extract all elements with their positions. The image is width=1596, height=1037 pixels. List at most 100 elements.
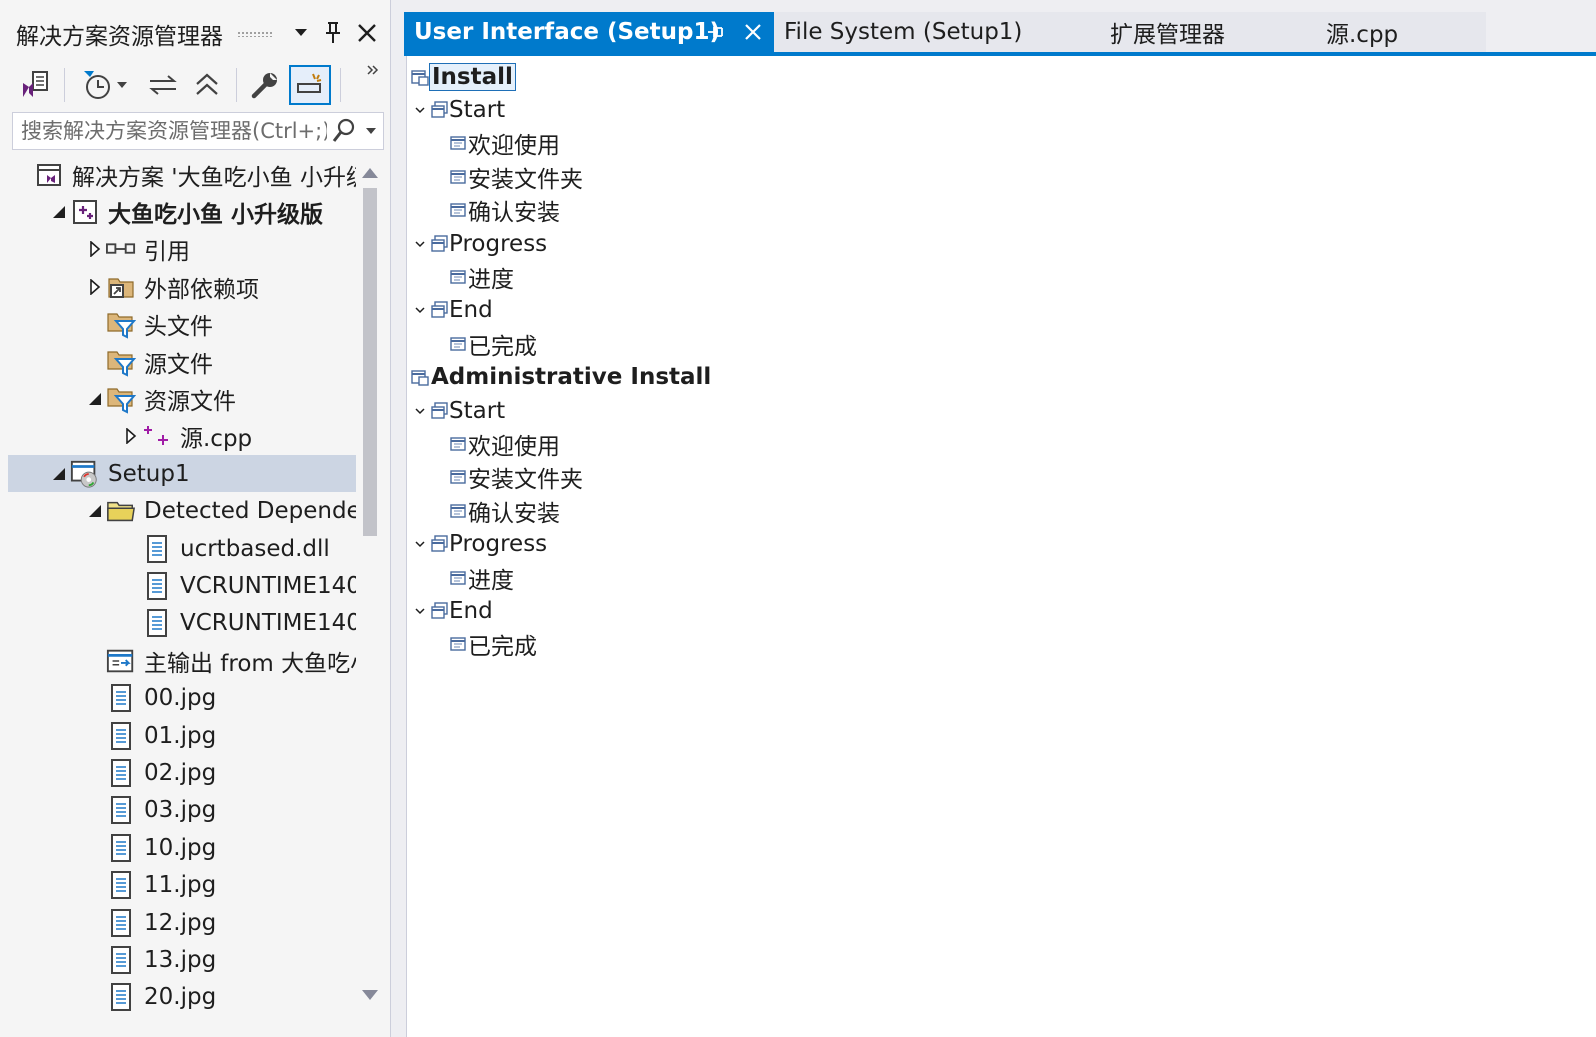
collapse-all-button[interactable] [186, 65, 228, 105]
ui-tree-node-dialog[interactable]: 安装文件夹 [407, 160, 1007, 193]
chevron-down-icon[interactable] [413, 303, 427, 317]
solution-tree-item[interactable]: 头文件 [8, 306, 356, 343]
filter-dropdown-button[interactable] [112, 65, 132, 105]
close-tab-icon[interactable] [744, 12, 762, 52]
dialog-icon [449, 201, 467, 219]
ui-tree-node-label: 安装文件夹 [468, 467, 583, 494]
drag-grip-icon[interactable] [237, 31, 273, 37]
solution-tree-item-label: Detected Dependencies [144, 498, 356, 525]
properties-button[interactable] [244, 65, 286, 105]
file-icon [106, 833, 136, 863]
pin-tab-icon[interactable] [706, 12, 724, 52]
tab-file-system[interactable]: File System (Setup1) [774, 12, 1074, 52]
ui-tree-node-group[interactable]: End [407, 294, 1007, 327]
solution-tree-item[interactable]: 源文件 [8, 343, 356, 380]
ui-tree-node-label: Progress [449, 230, 548, 257]
cpp-project-icon [70, 197, 100, 227]
file-icon [106, 982, 136, 1012]
solution-tree-item[interactable]: 03.jpg [8, 792, 356, 829]
solution-search-input[interactable] [13, 118, 329, 144]
window-position-dropdown-icon[interactable] [286, 18, 316, 48]
collapsed-arrow-icon[interactable] [120, 425, 142, 447]
preview-icon [297, 73, 322, 93]
ui-tree-node-group[interactable]: Progress [407, 227, 1007, 260]
expanded-arrow-icon[interactable] [48, 201, 70, 223]
solution-tree-item[interactable]: 02.jpg [8, 754, 356, 791]
solution-tree-item[interactable]: 01.jpg [8, 717, 356, 754]
solution-tree-item[interactable]: 主输出 from 大鱼吃小鱼 小升级版 [8, 642, 356, 679]
solution-tree-item-label: 大鱼吃小鱼 小升级版 [108, 201, 324, 228]
expanded-arrow-icon[interactable] [84, 388, 106, 410]
chevron-down-icon[interactable] [413, 537, 427, 551]
ui-tree-node-dialog[interactable]: 进度 [407, 260, 1007, 293]
search-options-dropdown-icon[interactable] [359, 127, 383, 135]
scrollbar-thumb[interactable] [363, 188, 377, 536]
scroll-up-icon[interactable] [362, 168, 378, 178]
expanded-arrow-icon[interactable] [84, 500, 106, 522]
ui-tree-node-dialog[interactable]: 已完成 [407, 327, 1007, 360]
chevron-down-icon[interactable] [413, 604, 427, 618]
solution-tree-item[interactable]: 11.jpg [8, 867, 356, 904]
close-icon[interactable] [352, 18, 382, 48]
ui-tree-node-dialog[interactable]: 确认安装 [407, 494, 1007, 527]
solution-tree-item-label: 01.jpg [144, 722, 217, 749]
pin-icon[interactable] [318, 18, 348, 48]
sync-with-active-document-button[interactable] [142, 65, 184, 105]
collapsed-arrow-icon[interactable] [84, 238, 106, 260]
ui-tree-node-group[interactable]: Start [407, 93, 1007, 126]
toolbar-overflow-icon[interactable] [362, 60, 384, 80]
ui-tree-node-dialog[interactable]: 已完成 [407, 628, 1007, 661]
collapse-all-icon [196, 73, 218, 95]
ui-tree-node-root[interactable]: Administrative Install [407, 361, 1007, 394]
collapsed-arrow-icon[interactable] [84, 276, 106, 298]
user-interface-editor: Install Start 欢迎使用 安装文件夹 确认安装 Progress 进度 End 已完… [406, 56, 1596, 1037]
solution-tree-item[interactable]: VCRUNTIME140D.dll [8, 567, 356, 604]
solution-tree-item[interactable]: VCRUNTIME140.dll [8, 605, 356, 642]
install-mode-icon [411, 368, 429, 386]
scroll-down-icon[interactable] [362, 990, 378, 1000]
solution-tree-item[interactable]: Setup1 [8, 455, 356, 493]
solution-tree-item[interactable]: 外部依赖项 [8, 268, 356, 305]
ui-tree-node-dialog[interactable]: 欢迎使用 [407, 127, 1007, 160]
expanded-arrow-icon[interactable] [48, 463, 70, 485]
chevron-down-icon[interactable] [413, 103, 427, 117]
solution-tree-item[interactable]: 源.cpp [8, 418, 356, 455]
solution-explorer-title-bar: 解决方案资源管理器 [0, 12, 390, 56]
dialog-group-icon [431, 602, 449, 620]
solution-tree-item[interactable]: 13.jpg [8, 941, 356, 978]
solution-tree-item[interactable]: Detected Dependencies [8, 493, 356, 530]
solution-tree-item[interactable]: 资源文件 [8, 380, 356, 417]
ui-tree-node-label: 已完成 [468, 333, 537, 360]
ui-tree-node-dialog[interactable]: 安装文件夹 [407, 461, 1007, 494]
dialog-icon [449, 268, 467, 286]
ui-tree-node-dialog[interactable]: 欢迎使用 [407, 427, 1007, 460]
ui-tree-node-group[interactable]: Progress [407, 528, 1007, 561]
ui-tree-node-group[interactable]: Start [407, 394, 1007, 427]
chevron-down-icon[interactable] [413, 404, 427, 418]
solution-tree-item[interactable]: 引用 [8, 231, 356, 268]
ui-tree-node-dialog[interactable]: 进度 [407, 561, 1007, 594]
solution-tree-item[interactable]: ucrtbased.dll [8, 530, 356, 567]
solution-tree-item[interactable]: 00.jpg [8, 680, 356, 717]
solution-tree-item[interactable]: 12.jpg [8, 904, 356, 941]
ui-tree-node-root[interactable]: Install [407, 60, 1007, 93]
search-icon[interactable] [329, 118, 359, 144]
solution-tree-scrollbar[interactable] [358, 160, 382, 1015]
tab-source-cpp[interactable]: 源.cpp [1316, 12, 1466, 52]
tab-extension-manager[interactable]: 扩展管理器 [1100, 12, 1290, 52]
solution-tree-item[interactable]: 20.jpg [8, 979, 356, 1016]
dialog-icon [449, 468, 467, 486]
tab-user-interface[interactable]: User Interface (Setup1) [404, 12, 774, 52]
dialog-icon [449, 435, 467, 453]
ui-tree-node-group[interactable]: End [407, 594, 1007, 627]
dialog-group-icon [431, 101, 449, 119]
switch-views-button[interactable] [14, 65, 56, 105]
solution-tree-item[interactable]: 解决方案 '大鱼吃小鱼 小升级版' [8, 156, 356, 193]
chevron-down-icon[interactable] [413, 237, 427, 251]
ui-tree-node-dialog[interactable]: 确认安装 [407, 194, 1007, 227]
solution-tree-item-label: 03.jpg [144, 797, 217, 824]
solution-tree-item[interactable]: 10.jpg [8, 829, 356, 866]
solution-tree-item[interactable]: 大鱼吃小鱼 小升级版 [8, 193, 356, 230]
preview-selected-items-button[interactable] [289, 65, 331, 105]
tab-label: 源.cpp [1326, 22, 1399, 48]
